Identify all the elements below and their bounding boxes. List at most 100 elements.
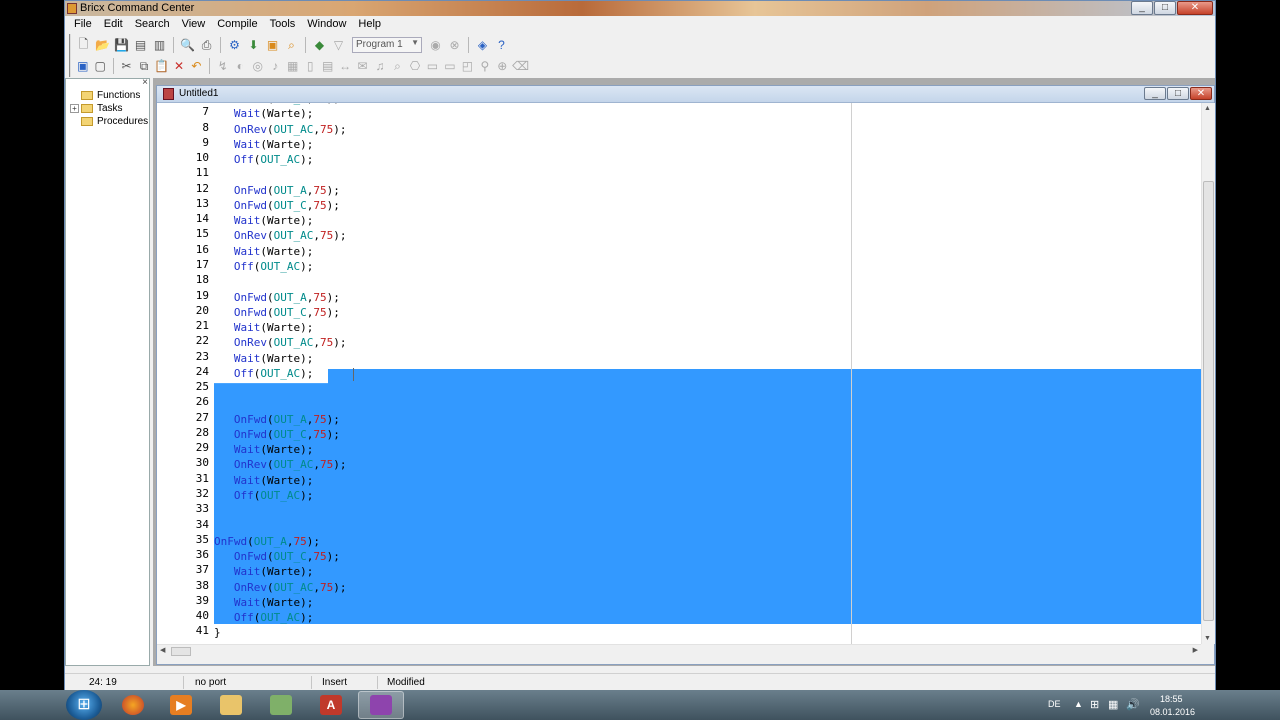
remote-icon[interactable]: ↔: [337, 58, 352, 75]
menu-help[interactable]: Help: [352, 16, 387, 34]
open-folder-icon[interactable]: 📂: [94, 37, 111, 54]
taskbar-explorer[interactable]: [208, 691, 254, 719]
tree-item-tasks[interactable]: + Tasks: [70, 102, 123, 115]
piano-icon[interactable]: ♪: [268, 58, 283, 75]
send-message-icon[interactable]: ✉: [355, 58, 370, 75]
compile-icon[interactable]: ⚙: [226, 37, 243, 54]
code-line[interactable]: }: [214, 625, 221, 640]
code-line[interactable]: OnFwd(OUT_C,75);: [214, 427, 340, 442]
taskbar-notepad[interactable]: [258, 691, 304, 719]
menu-search[interactable]: Search: [129, 16, 176, 34]
code-line[interactable]: Off(OUT_AC);: [214, 366, 314, 381]
filter-icon[interactable]: ▽: [330, 37, 347, 54]
taskbar-bricx[interactable]: [358, 691, 404, 719]
show-hidden-icon[interactable]: ▲: [1074, 699, 1083, 709]
help-icon[interactable]: ?: [493, 37, 510, 54]
run-icon[interactable]: ◉: [427, 37, 444, 54]
new-file-icon[interactable]: 🗋: [75, 37, 92, 54]
undo-icon[interactable]: ↶: [189, 58, 204, 75]
minimize-button[interactable]: _: [1131, 1, 1153, 15]
code-line[interactable]: OnRev(OUT_AC,75);: [214, 335, 347, 350]
search-file-icon[interactable]: ⌕: [283, 37, 300, 54]
watch-icon[interactable]: ◎: [250, 58, 265, 75]
magnify-icon[interactable]: ⚲: [477, 58, 492, 75]
code-line[interactable]: OnFwd(OUT_C,75);: [214, 198, 340, 213]
screen-icon[interactable]: ▭: [425, 58, 440, 75]
title-bar[interactable]: Bricx Command Center _ □ ✕: [65, 1, 1215, 16]
code-line[interactable]: OnFwd(OUT_A,75);: [214, 183, 340, 198]
cut-icon[interactable]: ✂: [119, 58, 134, 75]
menu-compile[interactable]: Compile: [211, 16, 263, 34]
scroll-down-icon[interactable]: ▼: [1204, 635, 1211, 642]
taskbar-acrobat[interactable]: A: [308, 691, 354, 719]
code-line[interactable]: OnFwd(OUT_A,75);: [214, 412, 340, 427]
code-line[interactable]: Wait(Warte);: [214, 473, 313, 488]
code-line[interactable]: OnRev(OUT_AC,75);: [214, 228, 347, 243]
volume-icon[interactable]: 🔊: [1126, 698, 1140, 711]
expand-icon[interactable]: +: [70, 104, 79, 113]
code-line[interactable]: Wait(Warte);: [214, 442, 313, 457]
scroll-right-icon[interactable]: ▶: [1193, 646, 1198, 654]
program-select[interactable]: Program 1 ▼: [352, 37, 422, 53]
code-line[interactable]: OnFwd(OUT_A,75);: [214, 290, 340, 305]
scroll-up-icon[interactable]: ▲: [1204, 105, 1211, 112]
horizontal-scrollbar[interactable]: ◀ ▶: [157, 644, 1201, 658]
code-line[interactable]: Wait(Warte);: [214, 595, 313, 610]
tree-item-procedures[interactable]: Procedures: [70, 115, 148, 128]
explorer-icon[interactable]: ⌕: [390, 58, 405, 75]
delete-icon[interactable]: ✕: [171, 58, 186, 75]
brick-connect-icon[interactable]: ▣: [75, 58, 90, 75]
windows-flag-icon[interactable]: ⊞: [1090, 698, 1099, 711]
doc-maximize-button[interactable]: □: [1167, 87, 1189, 100]
vertical-scrollbar[interactable]: ▲ ▼: [1201, 103, 1215, 644]
code-line[interactable]: Wait(Warte);: [214, 320, 313, 335]
configure-icon[interactable]: ▭: [442, 58, 457, 75]
direct-control-icon[interactable]: ↯: [215, 58, 230, 75]
code-line[interactable]: Wait(Warte);: [214, 351, 313, 366]
save-all-icon[interactable]: ▤: [132, 37, 149, 54]
save-icon[interactable]: 💾: [113, 37, 130, 54]
contents-icon[interactable]: ◈: [474, 37, 491, 54]
sound-icon[interactable]: ♫: [372, 58, 387, 75]
clock-date[interactable]: 08.01.2016: [1150, 707, 1195, 717]
code-line[interactable]: Wait(Warte);: [214, 564, 313, 579]
paste-icon[interactable]: 📋: [154, 58, 169, 75]
code-editor[interactable]: 6789101112131415161718192021222324252627…: [157, 103, 1201, 644]
close-panel-icon[interactable]: ×: [142, 77, 148, 88]
start-button[interactable]: ⊞: [66, 690, 102, 720]
brick-disconnect-icon[interactable]: ▢: [92, 58, 107, 75]
tree-item-functions[interactable]: Functions: [70, 89, 140, 102]
code-line[interactable]: Off(OUT_AC);: [214, 610, 314, 625]
code-line[interactable]: Wait(Warte);: [214, 244, 313, 259]
diagnostics-icon[interactable]: ◐: [233, 58, 248, 75]
menu-view[interactable]: View: [176, 16, 212, 34]
joystick-icon[interactable]: ▦: [285, 58, 300, 75]
zoom-icon[interactable]: ⊕: [495, 58, 510, 75]
doc-minimize-button[interactable]: _: [1144, 87, 1166, 100]
code-line[interactable]: OnFwd(OUT_C,75);: [214, 549, 340, 564]
menu-edit[interactable]: Edit: [98, 16, 129, 34]
stop-icon[interactable]: ⊗: [446, 37, 463, 54]
clock-time[interactable]: 18:55: [1160, 694, 1183, 704]
brick-icon[interactable]: ◆: [311, 37, 328, 54]
vertical-scroll-thumb[interactable]: [1203, 181, 1214, 621]
erase-icon[interactable]: ⌫: [512, 58, 529, 75]
language-indicator[interactable]: DE: [1048, 699, 1061, 709]
scroll-left-icon[interactable]: ◀: [160, 646, 165, 654]
print-preview-icon[interactable]: ▥: [151, 37, 168, 54]
memory-map-icon[interactable]: ▯: [302, 58, 317, 75]
network-icon[interactable]: ▦: [1108, 698, 1118, 711]
find-icon[interactable]: 🔍: [179, 37, 196, 54]
horizontal-scroll-thumb[interactable]: [171, 647, 191, 656]
maximize-button[interactable]: □: [1154, 1, 1176, 15]
close-button[interactable]: ✕: [1177, 1, 1213, 15]
menu-window[interactable]: Window: [301, 16, 352, 34]
firmware-icon[interactable]: ⎔: [407, 58, 422, 75]
datalog-icon[interactable]: ▤: [320, 58, 335, 75]
download-run-icon[interactable]: ▣: [264, 37, 281, 54]
code-line[interactable]: Off(OUT_AC);: [214, 259, 314, 274]
print-icon[interactable]: ⎙: [198, 37, 215, 54]
code-line[interactable]: Wait(Warte);: [214, 137, 313, 152]
code-line[interactable]: Off(OUT_AC);: [214, 152, 314, 167]
code-line[interactable]: OnFwd(OUT_A,75);: [214, 534, 320, 549]
